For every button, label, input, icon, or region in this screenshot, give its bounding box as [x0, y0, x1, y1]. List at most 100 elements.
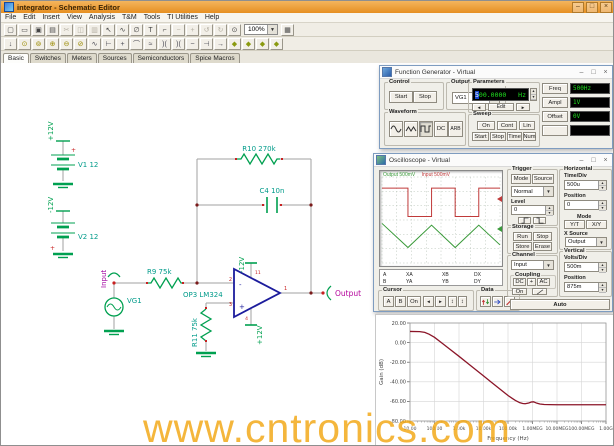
export-curves-button[interactable] [480, 296, 491, 307]
scope-maximize-button[interactable]: □ [589, 156, 598, 165]
fg-frequency-display[interactable]: 500.0000 Hz [472, 88, 529, 101]
trigger-level-spinner[interactable]: 0▲▼ [511, 205, 554, 215]
power-supply-button[interactable]: ⊖ [60, 38, 73, 50]
macro-d-button[interactable]: ◆ [270, 38, 283, 50]
cursor-updown-b-button[interactable]: ↕ [458, 296, 467, 307]
close-button[interactable]: × [600, 2, 612, 13]
zoom-level-dropdown[interactable]: 100%▼ [244, 24, 278, 35]
h-position-spinner[interactable]: 0▲▼ [564, 200, 607, 210]
fg-start-button[interactable]: Start [389, 91, 413, 103]
menu-item-file[interactable]: File [5, 14, 16, 21]
ground-r11[interactable] [196, 353, 216, 357]
ammeter-button[interactable]: ⊕ [46, 38, 59, 50]
storage-run-button[interactable]: Run [513, 232, 532, 241]
tab-spice-macros[interactable]: Spice Macros [190, 53, 239, 63]
trigger-mode-button[interactable]: Mode [511, 174, 531, 184]
voltage-pin-button[interactable]: ⊙ [18, 38, 31, 50]
macro-a-button[interactable]: ◆ [228, 38, 241, 50]
tab-switches[interactable]: Switches [30, 53, 66, 63]
delete-button[interactable]: ∅ [130, 24, 143, 36]
macro-c-button[interactable]: ◆ [256, 38, 269, 50]
sweep-cont-button[interactable]: Cont [497, 121, 517, 130]
battery-button[interactable]: ⊘ [74, 38, 87, 50]
coupling-dc-button[interactable]: DC [513, 278, 526, 286]
dc-button[interactable]: DC [434, 121, 448, 137]
select-mode-button[interactable]: ↖ [102, 24, 115, 36]
fg-frequency-spinner[interactable]: ▲▼ [530, 88, 537, 101]
output-port-symbol[interactable] [327, 286, 331, 300]
arb-button[interactable]: ARB [448, 121, 463, 137]
mode-yt-button[interactable]: Y/T [564, 220, 585, 229]
ground-vg1[interactable] [104, 331, 124, 335]
rising-edge-button[interactable] [518, 217, 531, 225]
fg-maximize-button[interactable]: □ [589, 68, 598, 77]
rotate-right-button[interactable]: ↻ [214, 24, 227, 36]
sweep-lin-button[interactable]: Lin [519, 121, 535, 130]
fg-stop-button[interactable]: Stop [413, 91, 437, 103]
oscilloscope-window[interactable]: Oscilloscope - Virtual – □ × Output 500m… [373, 153, 613, 312]
tab-basic[interactable]: Basic [3, 53, 29, 63]
voltmeter-button[interactable]: ⊚ [32, 38, 45, 50]
print-button[interactable]: ▤ [46, 24, 59, 36]
mode-xy-button[interactable]: X/Y [586, 220, 607, 229]
triangle-wave-button[interactable] [404, 121, 418, 137]
ground-v2[interactable] [53, 254, 73, 258]
scope-close-button[interactable]: × [601, 156, 610, 165]
fg-close-button[interactable]: × [601, 68, 610, 77]
zoom-out-button[interactable]: − [172, 24, 185, 36]
sweep-time-button[interactable]: Time [507, 132, 522, 141]
cursor-b-button[interactable]: B [395, 296, 406, 307]
sweep-start-button[interactable]: Start [472, 132, 489, 141]
last-component-button[interactable]: ∿ [116, 24, 129, 36]
cursor-right-button[interactable]: ► [435, 296, 446, 307]
save-button[interactable]: ▣ [32, 24, 45, 36]
menu-item-tools[interactable]: Tools [144, 14, 160, 21]
paste-button[interactable]: ▥ [88, 24, 101, 36]
cursor-on-button[interactable]: On [407, 296, 421, 307]
fg-offset-label-button[interactable]: Offset [542, 111, 568, 122]
fg-digit-right-button[interactable]: ► [516, 103, 530, 111]
channel-dropdown[interactable]: Input▼ [511, 260, 554, 270]
xsource-dropdown[interactable]: Output▼ [565, 237, 607, 247]
scope-minimize-button[interactable]: – [577, 156, 586, 165]
menu-item-insert[interactable]: Insert [42, 14, 60, 21]
fg-blank-label-button[interactable] [542, 125, 568, 136]
maximize-button[interactable]: □ [586, 2, 598, 13]
minimize-button[interactable]: – [572, 2, 584, 13]
menu-item-t-m[interactable]: T&M [122, 14, 137, 21]
sweep-stop-button[interactable]: Stop [490, 132, 506, 141]
chevron-down-icon[interactable]: ▼ [543, 261, 553, 269]
cursor-a-button[interactable]: A [383, 296, 394, 307]
zoom-tool-button[interactable]: ⊙ [228, 24, 241, 36]
fg-freq-label-button[interactable]: Freq [542, 83, 568, 94]
tab-sources[interactable]: Sources [98, 53, 132, 63]
timediv-spinner[interactable]: 500u▲▼ [564, 180, 607, 190]
tab-semiconductors[interactable]: Semiconductors [133, 53, 190, 63]
generator-vg1[interactable] [105, 298, 123, 316]
fg-edit-button[interactable]: Edit [488, 103, 514, 111]
auto-button[interactable]: Auto [510, 299, 610, 310]
resistor-r9[interactable] [147, 278, 183, 288]
storage-erase-button[interactable]: Erase [533, 242, 552, 251]
trigger-source-button[interactable]: Source [532, 174, 554, 184]
trigger-mode-dropdown[interactable]: Normal▼ [511, 186, 554, 197]
zoom-in-button[interactable]: + [186, 24, 199, 36]
capacitor-button[interactable]: ≈ [144, 38, 157, 50]
cursor-updown-a-button[interactable]: ↕ [448, 296, 457, 307]
resistor-r10[interactable] [237, 154, 280, 164]
cursor-left-button[interactable]: ◄ [423, 296, 434, 307]
chevron-down-icon[interactable]: ▼ [596, 238, 606, 246]
menu-item-view[interactable]: View [67, 14, 82, 21]
function-generator-window[interactable]: Function Generator - Virtual – □ × Contr… [379, 65, 613, 149]
chevron-down-icon[interactable]: ▼ [267, 25, 277, 34]
sweep-on-button[interactable]: On [477, 121, 495, 130]
menu-item-ti-utilities[interactable]: TI Utilities [167, 14, 198, 21]
v-position-spinner[interactable]: 875m▲▼ [564, 282, 607, 292]
menu-item-help[interactable]: Help [205, 14, 219, 21]
rotate-left-button[interactable]: ↺ [200, 24, 213, 36]
input-port-symbol[interactable] [108, 273, 120, 277]
jumper-button[interactable]: + [116, 38, 129, 50]
inductor-button[interactable]: ⌒ [130, 38, 143, 50]
storage-stop-button[interactable]: Stop [533, 232, 552, 241]
sine-wave-button[interactable] [389, 121, 403, 137]
